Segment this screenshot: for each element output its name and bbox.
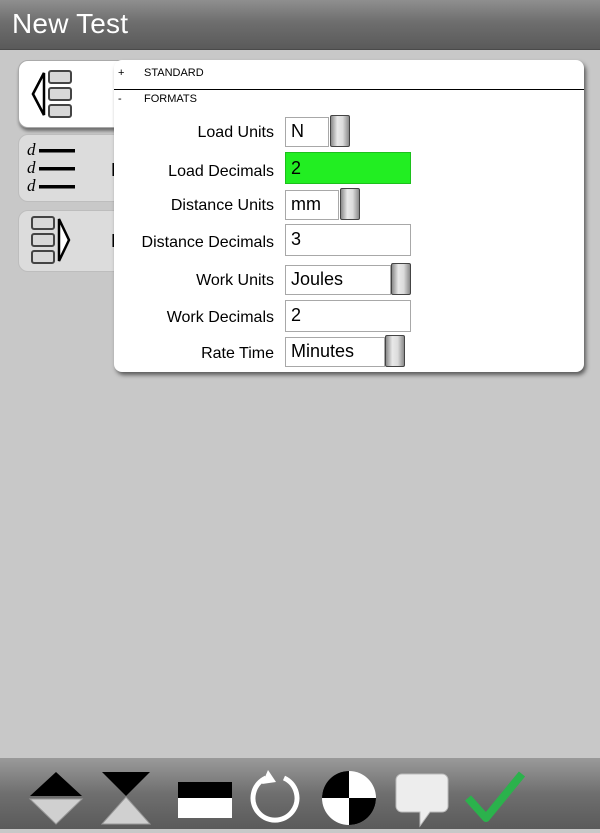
- section-standard[interactable]: + STANDARD: [114, 65, 584, 85]
- distance-units-label: Distance Units: [170, 197, 274, 214]
- accept-check-icon[interactable]: [462, 768, 528, 831]
- window-title: New Test: [12, 8, 129, 39]
- load-units-label: Load Units: [197, 124, 275, 141]
- rate-time-dropdown-button[interactable]: [385, 335, 405, 367]
- distance-decimals-input[interactable]: 3: [285, 224, 411, 256]
- expand-icon: +: [118, 67, 125, 79]
- comment-icon[interactable]: [392, 768, 452, 833]
- list-collapse-icon: [29, 67, 79, 126]
- section-formats[interactable]: - FORMATS: [114, 91, 584, 111]
- svg-text:d: d: [27, 140, 36, 159]
- hourglass-icon[interactable]: [98, 768, 154, 831]
- zero-target-icon[interactable]: [320, 768, 378, 831]
- load-units-dropdown-button[interactable]: [330, 115, 350, 147]
- work-decimals-input[interactable]: 2: [285, 300, 411, 332]
- rate-time-select[interactable]: Minutes: [285, 337, 385, 367]
- section-label: STANDARD: [144, 67, 204, 79]
- work-units-select[interactable]: Joules: [285, 265, 391, 295]
- section-label: FORMATS: [144, 93, 197, 105]
- svg-text:d: d: [27, 176, 36, 195]
- title-bar: New Test: [0, 0, 600, 50]
- distance-decimals-label: Distance Decimals: [141, 234, 274, 251]
- load-decimals-input[interactable]: 2: [285, 152, 411, 184]
- rate-time-label: Rate Time: [201, 345, 274, 362]
- load-units-select[interactable]: N: [285, 117, 329, 147]
- move-up-down-icon[interactable]: [28, 768, 84, 831]
- formats-panel: + STANDARD - FORMATS Load Units N Load D…: [114, 60, 584, 372]
- work-decimals-label: Work Decimals: [166, 309, 274, 326]
- distance-units-select[interactable]: mm: [285, 190, 339, 220]
- content-area: d d d D F + STANDARD: [0, 50, 600, 758]
- window-icon[interactable]: [176, 768, 234, 831]
- load-decimals-label: Load Decimals: [168, 163, 274, 180]
- svg-text:d: d: [27, 158, 36, 177]
- distance-units-dropdown-button[interactable]: [340, 188, 360, 220]
- work-units-label: Work Units: [196, 272, 274, 289]
- list-expand-icon: [29, 213, 79, 274]
- work-units-dropdown-button[interactable]: [391, 263, 411, 295]
- section-divider: [114, 89, 584, 90]
- collapse-icon: -: [118, 93, 122, 105]
- decimal-format-icon: d d d: [25, 139, 81, 204]
- bottom-toolbar: [0, 758, 600, 829]
- refresh-icon[interactable]: [246, 768, 304, 831]
